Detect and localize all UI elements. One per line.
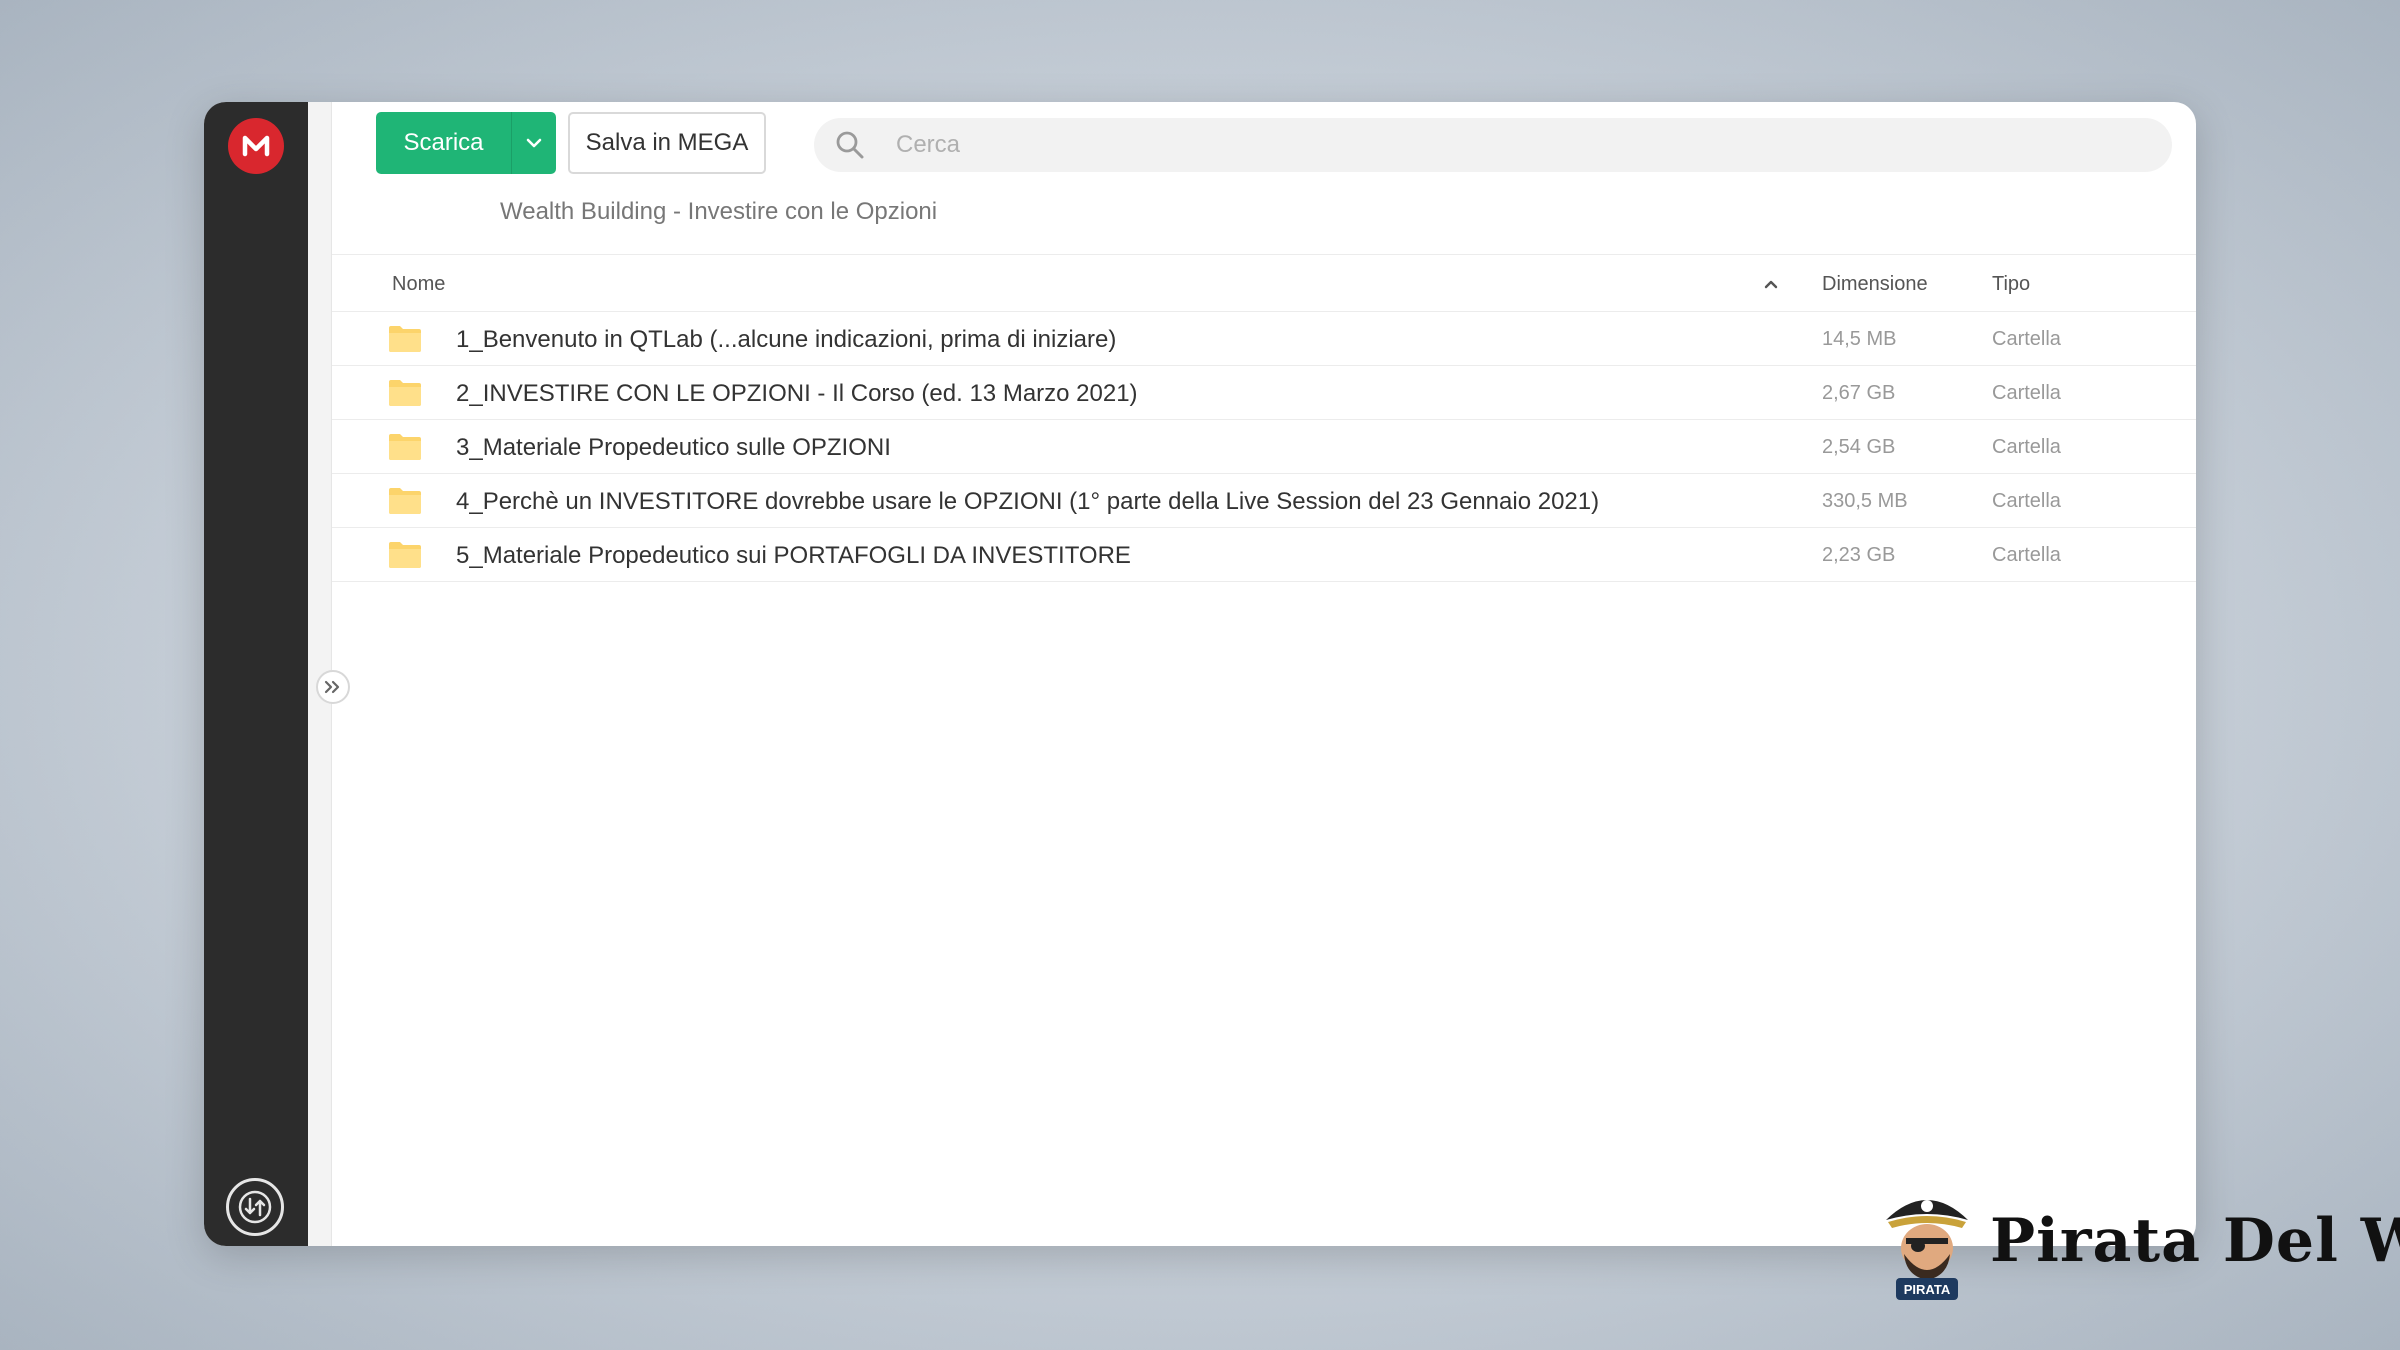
download-button[interactable]: Scarica <box>376 112 556 174</box>
row-type: Cartella <box>1992 328 2061 350</box>
row-size: 2,23 GB <box>1822 544 1896 566</box>
chevron-down-icon[interactable] <box>512 112 556 174</box>
toolbar: Scarica Salva in MEGA <box>376 112 2172 176</box>
folder-icon <box>389 434 421 460</box>
table-row[interactable]: 5_Materiale Propedeutico sui PORTAFOGLI … <box>332 528 2196 582</box>
row-name[interactable]: 4_Perchè un INVESTITORE dovrebbe usare l… <box>456 488 1599 516</box>
breadcrumb[interactable]: Wealth Building - Investire con le Opzio… <box>500 198 937 226</box>
table-row[interactable]: 4_Perchè un INVESTITORE dovrebbe usare l… <box>332 474 2196 528</box>
row-size: 330,5 MB <box>1822 490 1908 512</box>
row-size: 2,54 GB <box>1822 436 1896 458</box>
mega-logo-icon[interactable] <box>228 118 284 174</box>
mascot-label: PIRATA <box>1904 1282 1951 1297</box>
mega-m-icon <box>242 135 270 157</box>
folder-icon <box>389 380 421 406</box>
column-header-name[interactable]: Nome <box>392 273 445 296</box>
pirata-del-web-watermark: PIRATA Pirata Del Web <box>1878 1186 2400 1306</box>
transfer-manager-icon[interactable] <box>226 1178 284 1236</box>
column-header-size[interactable]: Dimensione <box>1822 273 1928 296</box>
search-icon <box>832 127 868 163</box>
row-size: 14,5 MB <box>1822 328 1897 350</box>
row-name[interactable]: 1_Benvenuto in QTLab (...alcune indicazi… <box>456 326 1116 354</box>
download-button-label[interactable]: Scarica <box>376 112 512 174</box>
row-type: Cartella <box>1992 436 2061 458</box>
expand-sidebar-button[interactable] <box>316 670 350 704</box>
table-row[interactable]: 3_Materiale Propedeutico sulle OPZIONI 2… <box>332 420 2196 474</box>
double-chevron-right-icon <box>324 680 340 694</box>
table-row[interactable]: 2_INVESTIRE CON LE OPZIONI - Il Corso (e… <box>332 366 2196 420</box>
save-to-mega-button[interactable]: Salva in MEGA <box>568 112 766 174</box>
table-header: Nome Dimensione Tipo <box>332 254 2196 312</box>
mega-window: Scarica Salva in MEGA Wealth Building - … <box>204 102 2196 1246</box>
table-row[interactable]: 1_Benvenuto in QTLab (...alcune indicazi… <box>332 312 2196 366</box>
row-type: Cartella <box>1992 544 2061 566</box>
row-name[interactable]: 5_Materiale Propedeutico sui PORTAFOGLI … <box>456 542 1131 570</box>
row-type: Cartella <box>1992 490 2061 512</box>
sort-ascending-icon[interactable] <box>1762 275 1780 293</box>
folder-icon <box>389 326 421 352</box>
pirate-mascot-icon: PIRATA <box>1886 1200 1968 1300</box>
search-bar[interactable] <box>814 118 2172 172</box>
search-input[interactable] <box>896 131 2172 159</box>
brand-name: Pirata Del Web <box>1990 1206 2400 1276</box>
folder-icon <box>389 488 421 514</box>
row-name[interactable]: 2_INVESTIRE CON LE OPZIONI - Il Corso (e… <box>456 380 1138 408</box>
folder-icon <box>389 542 421 568</box>
row-name[interactable]: 3_Materiale Propedeutico sulle OPZIONI <box>456 434 891 462</box>
file-table: Nome Dimensione Tipo 1_Benvenuto in QTLa… <box>332 254 2196 582</box>
sidebar <box>204 102 308 1246</box>
column-header-type[interactable]: Tipo <box>1992 273 2030 296</box>
row-size: 2,67 GB <box>1822 382 1896 404</box>
row-type: Cartella <box>1992 382 2061 404</box>
